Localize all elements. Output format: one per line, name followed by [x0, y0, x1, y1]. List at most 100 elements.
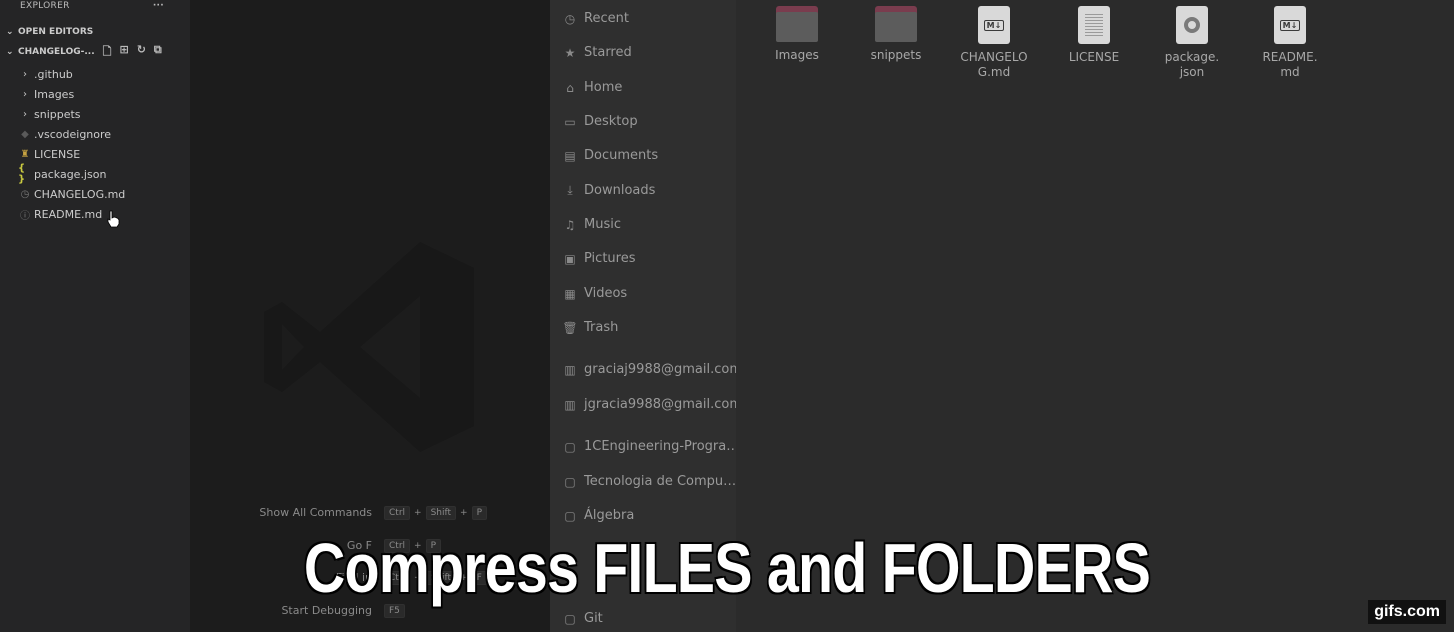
places-item-label: Álgebra [584, 508, 635, 523]
places-item[interactable]: ▭ Desktop [562, 114, 638, 129]
item-label-line: md [1280, 65, 1300, 79]
item-label-line: README. [1262, 50, 1318, 64]
file-tree-item[interactable]: ⓘ README.md [0, 204, 190, 224]
places-item[interactable]: ▦ Videos [562, 286, 627, 301]
places-item-label: graciaj9988@gmail.com [584, 362, 742, 377]
open-editors-label: OPEN EDITORS [18, 27, 94, 37]
video-caption: Compress FILES and FOLDERS [303, 529, 1151, 607]
file-tree-item[interactable]: › snippets [0, 104, 190, 124]
places-item[interactable]: ▥ graciaj9988@gmail.com [562, 362, 742, 377]
file-tree-item[interactable]: ◆ .vscodeignore [0, 124, 190, 144]
file-tree-item-label: LICENSE [34, 147, 81, 161]
places-item[interactable]: 🗑 Trash [562, 320, 618, 335]
places-item[interactable]: ◷ Recent [562, 11, 629, 26]
item-label-line: CHANGELO [960, 50, 1028, 64]
key-separator: + [460, 508, 468, 518]
file-item[interactable]: M↓ CHANGELO G.md [948, 6, 1040, 80]
places-item[interactable]: ▥ jgracia9988@gmail.com [562, 397, 742, 412]
item-label-line: json [1179, 65, 1205, 79]
file-tree-item[interactable]: › Images [0, 84, 190, 104]
info-icon: ⓘ [20, 210, 30, 222]
places-item[interactable]: ▢ Git [562, 611, 602, 626]
item-label: LICENSE [1048, 50, 1140, 65]
network-drive-icon: ▥ [564, 362, 576, 377]
folder-item[interactable]: Images [751, 6, 843, 63]
file-tree-item-label: .github [34, 67, 73, 81]
project-label: CHANGELOG-... [18, 47, 95, 57]
more-actions-button[interactable]: ··· [153, 1, 164, 11]
file-tree-item[interactable]: › .github [0, 64, 190, 84]
chevron-down-icon: ⌄ [6, 27, 14, 37]
network-drive-icon: ▥ [564, 397, 576, 412]
file-tree-item[interactable]: ♜ LICENSE [0, 144, 190, 164]
places-item-label: 1CEngineering-Progra… [584, 439, 740, 454]
places-item-label: Trash [584, 320, 619, 335]
new-file-icon[interactable]: 🗋 [103, 43, 112, 62]
places-item-label: Recent [584, 11, 629, 26]
folder-icon: ▢ [564, 439, 576, 454]
places-item[interactable]: ⤓ Downloads [562, 183, 655, 198]
mouse-pointer-icon [107, 210, 120, 228]
key-separator: + [414, 508, 422, 518]
file-tree-item-label: CHANGELOG.md [34, 187, 126, 201]
text-file-icon [1075, 6, 1113, 44]
screen: EXPLORER ··· ⌄ OPEN EDITORS ⌄ CHANGELOG-… [0, 0, 1454, 632]
open-editors-section[interactable]: ⌄ OPEN EDITORS [0, 22, 190, 42]
places-item-label: Downloads [584, 183, 656, 198]
item-label: README. md [1244, 50, 1336, 80]
collapse-all-icon[interactable]: ⧉ [154, 43, 162, 62]
project-section[interactable]: ⌄ CHANGELOG-... 🗋 ⊞ ↻ ⧉ [0, 42, 190, 62]
folder-icon: ▢ [564, 508, 576, 523]
clock-icon: ◷ [20, 188, 30, 200]
keycap: Shift [425, 506, 457, 520]
folder-icon: ▢ [564, 474, 576, 489]
item-label-text: snippets [870, 48, 922, 62]
json-file-icon [1173, 6, 1211, 44]
file-tree-item-label: snippets [34, 107, 81, 121]
places-item[interactable]: ▢ 1CEngineering-Progra… [562, 439, 739, 454]
file-tree-item-label: .vscodeignore [34, 127, 112, 141]
places-item-label: Documents [584, 148, 659, 163]
file-tree-item-label: package.json [34, 167, 107, 181]
item-label: CHANGELO G.md [948, 50, 1040, 80]
folder-item[interactable]: snippets [850, 6, 942, 63]
item-label: package. json [1146, 50, 1238, 80]
explorer-title: EXPLORER [20, 1, 70, 11]
places-item-label: Pictures [584, 251, 636, 266]
clock-icon: ◷ [564, 11, 576, 26]
file-item[interactable]: M↓ README. md [1244, 6, 1336, 80]
explorer-header: EXPLORER ··· [0, 0, 190, 12]
places-item-label: Music [584, 217, 621, 232]
item-label: snippets [850, 48, 942, 63]
file-tree-item[interactable]: ◷ CHANGELOG.md [0, 184, 190, 204]
item-label-line: LICENSE [1068, 50, 1120, 64]
desktop-icon: ▭ [564, 114, 576, 129]
places-item[interactable]: ▤ Documents [562, 148, 658, 163]
folder-icon: ▢ [564, 611, 576, 626]
places-item[interactable]: ▣ Pictures [562, 251, 635, 266]
refresh-icon[interactable]: ↻ [137, 43, 146, 62]
markdown-file-icon: M↓ [1271, 6, 1309, 44]
item-label-line: G.md [977, 65, 1011, 79]
file-tree-item[interactable]: { } package.json [0, 163, 190, 185]
videos-icon: ▦ [564, 286, 576, 301]
places-item[interactable]: ▢ Tecnologia de Compu… [562, 474, 736, 489]
star-icon: ★ [564, 45, 576, 60]
json-icon: { } [18, 163, 26, 185]
license-icon: ♜ [20, 148, 30, 160]
places-item[interactable]: ★ Starred [562, 45, 632, 60]
file-item[interactable]: LICENSE [1048, 6, 1140, 65]
folder-icon [776, 6, 818, 42]
file-item[interactable]: package. json [1146, 6, 1238, 80]
pictures-icon: ▣ [564, 251, 576, 266]
places-item[interactable]: ♫ Music [562, 217, 621, 232]
places-item[interactable]: ⌂ Home [562, 80, 622, 95]
chevron-right-icon: › [23, 108, 27, 120]
places-item-label: Desktop [584, 114, 638, 129]
places-item[interactable]: ▢ Álgebra [562, 508, 634, 523]
shortcut-keys: Ctrl + Shift + P [384, 506, 488, 520]
download-icon: ⤓ [567, 183, 573, 197]
places-item-label: Starred [584, 45, 632, 60]
chevron-right-icon: › [23, 68, 27, 80]
new-folder-icon[interactable]: ⊞ [119, 43, 128, 62]
